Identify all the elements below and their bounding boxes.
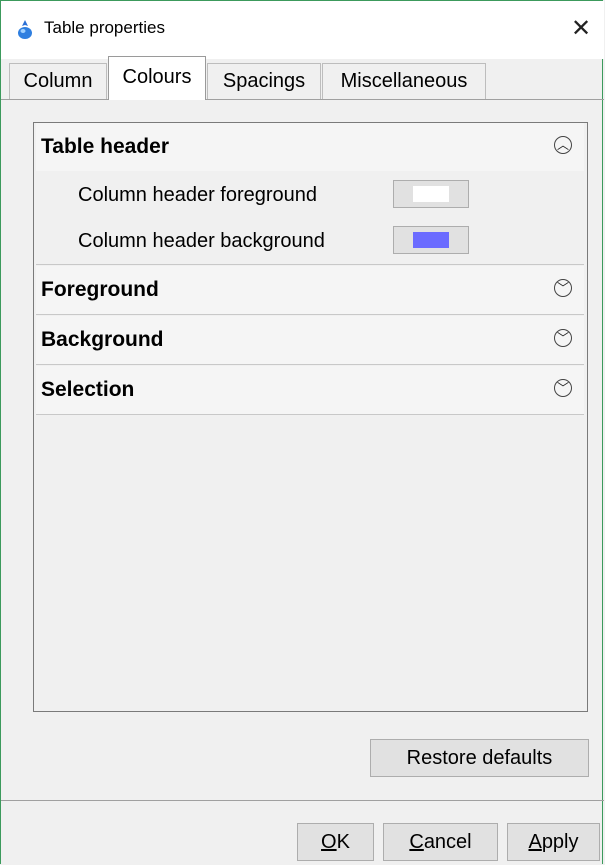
column-header-background-color-button[interactable]: [393, 226, 469, 254]
divider: [36, 364, 584, 365]
chevron-down-icon[interactable]: ﹀: [554, 329, 572, 347]
column-header-background-label: Column header background: [78, 230, 325, 252]
section-label: Selection: [41, 378, 135, 401]
section-label: Background: [41, 328, 164, 351]
window-title: Table properties: [44, 18, 165, 37]
tab-column[interactable]: Column: [9, 63, 107, 99]
tab-miscellaneous[interactable]: Miscellaneous: [322, 63, 486, 99]
color-swatch: [413, 232, 449, 248]
section-table-header[interactable]: Table header ︿: [36, 123, 584, 171]
close-icon: ✕: [570, 15, 592, 42]
chevron-down-icon[interactable]: ﹀: [554, 279, 572, 297]
column-header-foreground-color-button[interactable]: [393, 180, 469, 208]
section-label: Foreground: [41, 278, 159, 301]
section-selection[interactable]: Selection ﹀: [36, 366, 584, 414]
cancel-button[interactable]: Cancel: [383, 823, 498, 861]
title-bar[interactable]: Table properties ✕: [1, 1, 604, 59]
ok-button[interactable]: OK: [297, 823, 374, 861]
divider: [36, 314, 584, 315]
tab-divider: [1, 99, 604, 100]
section-background[interactable]: Background ﹀: [36, 316, 584, 364]
section-foreground[interactable]: Foreground ﹀: [36, 266, 584, 314]
colours-panel: [33, 122, 588, 712]
chevron-down-icon[interactable]: ﹀: [554, 379, 572, 397]
app-icon: [18, 20, 32, 39]
section-label: Table header: [41, 135, 169, 158]
tab-colours[interactable]: Colours: [108, 56, 206, 100]
restore-defaults-button[interactable]: Restore defaults: [370, 739, 589, 777]
chevron-up-icon[interactable]: ︿: [554, 136, 572, 154]
footer-separator: [1, 800, 604, 801]
tab-spacings[interactable]: Spacings: [207, 63, 321, 99]
divider: [36, 264, 584, 265]
close-button[interactable]: ✕: [561, 9, 601, 49]
dialog-window: Table properties ✕ Column Colours Spacin…: [0, 0, 604, 864]
column-header-foreground-label: Column header foreground: [78, 184, 318, 206]
color-swatch: [413, 186, 449, 202]
divider: [36, 414, 584, 415]
apply-button[interactable]: Apply: [507, 823, 600, 861]
